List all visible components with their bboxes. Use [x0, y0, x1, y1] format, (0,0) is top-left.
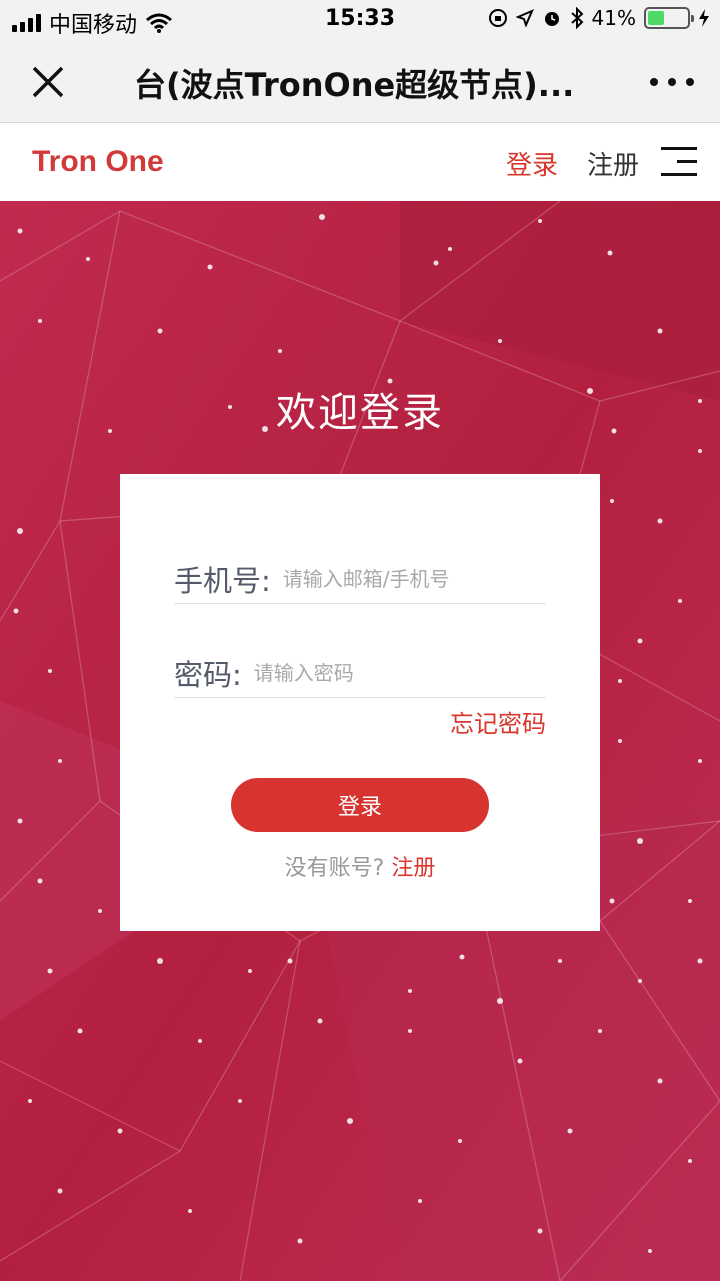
- password-field: 密码:: [174, 648, 546, 698]
- bluetooth-icon: [570, 7, 583, 29]
- site-header: Tron One 登录 注册: [0, 123, 720, 201]
- phone-label: 手机号:: [174, 563, 271, 598]
- close-icon[interactable]: [26, 60, 70, 104]
- menu-icon[interactable]: [661, 147, 697, 177]
- phone-field: 手机号:: [174, 554, 546, 604]
- register-link[interactable]: 注册: [391, 856, 435, 881]
- no-account-text: 没有账号?: [284, 856, 385, 881]
- battery-percent: 41%: [591, 6, 636, 30]
- alarm-icon: [544, 12, 559, 26]
- location-icon: [515, 9, 534, 27]
- status-right: 41%: [488, 6, 710, 30]
- forgot-password-link[interactable]: 忘记密码: [450, 704, 546, 739]
- charging-icon: [699, 9, 709, 27]
- nav-bar: 台(波点TronOne超级节点)...: [0, 40, 720, 123]
- page-title: 台(波点TronOne超级节点)...: [134, 66, 575, 104]
- phone-input[interactable]: [282, 566, 543, 591]
- no-account-row: 没有账号? 注册: [120, 850, 600, 882]
- header-register-link[interactable]: 注册: [587, 145, 639, 182]
- battery-fill: [648, 11, 664, 25]
- password-label: 密码:: [174, 657, 242, 692]
- more-icon[interactable]: [650, 70, 694, 94]
- logo[interactable]: Tron One: [32, 145, 164, 179]
- orientation-lock-icon: [488, 9, 507, 27]
- login-button[interactable]: 登录: [231, 778, 489, 832]
- status-bar: 中国移动 15:33 41%: [0, 0, 720, 40]
- password-input[interactable]: [253, 660, 514, 685]
- welcome-title: 欢迎登录: [276, 390, 444, 436]
- battery-icon: [644, 7, 694, 29]
- header-login-link[interactable]: 登录: [506, 145, 558, 182]
- login-card: 手机号: 密码: 忘记密码 登录 没有账号? 注册: [120, 474, 600, 931]
